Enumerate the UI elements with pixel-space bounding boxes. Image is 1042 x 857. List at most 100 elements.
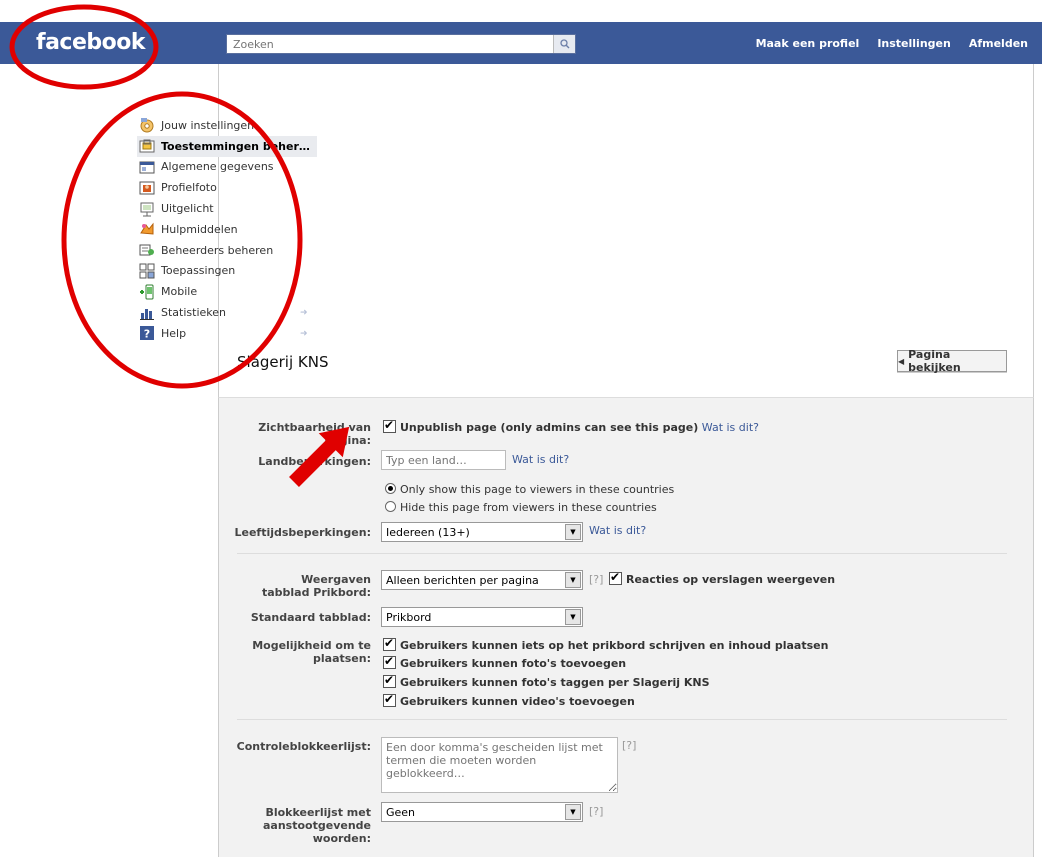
posting-checkbox[interactable]	[383, 673, 396, 688]
sidebar-item-mobile[interactable]: Mobile	[137, 281, 317, 302]
dropdown-arrow-icon: ▼	[565, 609, 581, 625]
default-tab-value: Prikbord	[386, 611, 432, 624]
divider	[237, 553, 1007, 554]
visibility-label: Zichtbaarheid van pagina:	[258, 421, 371, 447]
settings-icon	[140, 118, 154, 133]
posting-option-label: Gebruikers kunnen iets op het prikbord s…	[400, 639, 829, 652]
permissions-icon	[139, 139, 155, 153]
wall-view-help[interactable]: [?]	[589, 573, 603, 586]
sidebar-item-label: Toestemmingen beher…	[161, 139, 310, 153]
profanity-help[interactable]: [?]	[589, 805, 603, 818]
dropdown-arrow-icon: ▼	[565, 572, 581, 588]
sidebar-item-your-settings[interactable]: Jouw instellingen	[137, 115, 317, 136]
posting-label: Mogelijkheid om te plaatsen:	[252, 639, 371, 665]
page-title: Slagerij KNS	[237, 353, 329, 371]
sidebar: Jouw instellingen Toestemmingen beher… A…	[137, 115, 317, 344]
age-help-link[interactable]: Wat is dit?	[589, 524, 646, 537]
mobile-icon	[140, 284, 154, 300]
dropdown-arrow-icon: ▼	[565, 524, 581, 540]
country-label: Landbeperkingen:	[258, 455, 371, 468]
view-page-button[interactable]: ◀ Pagina bekijken	[897, 348, 1007, 374]
profanity-value: Geen	[386, 806, 416, 819]
sidebar-item-manage-admins[interactable]: Beheerders beheren	[137, 240, 317, 261]
country-show-option[interactable]: Only show this page to viewers in these …	[385, 483, 674, 496]
admins-icon	[139, 244, 154, 256]
age-select[interactable]: Iedereen (13+) ▼	[381, 522, 583, 542]
posting-option: Gebruikers kunnen foto's toevoegen	[383, 654, 627, 670]
search-button[interactable]	[553, 35, 575, 53]
search-icon	[559, 39, 569, 49]
sidebar-item-profile-photo[interactable]: Profielfoto	[137, 177, 317, 198]
country-hide-option[interactable]: Hide this page from viewers in these cou…	[385, 501, 657, 514]
sidebar-item-label: Statistieken	[161, 306, 226, 320]
moderation-label: Controleblokkeerlijst:	[236, 740, 371, 753]
wall-view-value: Alleen berichten per pagina	[386, 574, 539, 587]
facebook-logo[interactable]: facebook	[36, 30, 146, 55]
sidebar-item-label: Beheerders beheren	[161, 243, 274, 257]
show-comments-label: Reacties op verslagen weergeven	[626, 573, 836, 586]
tools-icon	[140, 222, 154, 235]
svg-text:?: ?	[144, 328, 150, 341]
view-page-label: Pagina bekijken	[908, 348, 961, 374]
unpublish-checkbox[interactable]	[383, 418, 396, 433]
posting-checkbox[interactable]	[383, 654, 396, 669]
profanity-select[interactable]: Geen ▼	[381, 802, 583, 822]
sidebar-item-help[interactable]: ? Help	[137, 323, 317, 344]
moderation-textarea[interactable]	[381, 737, 618, 793]
sidebar-item-label: Algemene gegevens	[161, 160, 274, 174]
apps-icon	[139, 263, 155, 279]
posting-option-label: Gebruikers kunnen video's toevoegen	[400, 695, 635, 708]
visibility-help-link[interactable]: Wat is dit?	[702, 421, 759, 434]
posting-checkbox[interactable]	[383, 692, 396, 707]
divider	[237, 719, 1007, 720]
featured-icon	[140, 202, 154, 217]
sidebar-item-label: Mobile	[161, 285, 198, 299]
default-tab-select[interactable]: Prikbord ▼	[381, 607, 583, 627]
stats-icon	[140, 308, 154, 320]
search-input[interactable]	[227, 35, 575, 53]
sidebar-item-tools[interactable]: Hulpmiddelen	[137, 219, 317, 240]
radio-hide[interactable]	[385, 501, 396, 512]
age-select-value: Iedereen (13+)	[386, 526, 470, 539]
posting-option-label: Gebruikers kunnen foto's toevoegen	[400, 657, 627, 670]
photo-icon	[139, 181, 155, 195]
sidebar-item-permissions[interactable]: Toestemmingen beher…	[137, 135, 317, 157]
search-box[interactable]	[226, 34, 576, 54]
show-comments-row: Reacties op verslagen weergeven	[609, 570, 836, 586]
settings-link[interactable]: Instellingen	[877, 37, 951, 50]
sidebar-item-featured[interactable]: Uitgelicht	[137, 198, 317, 219]
sidebar-item-label: Profielfoto	[161, 181, 217, 195]
info-icon	[139, 161, 155, 174]
wall-view-select[interactable]: Alleen berichten per pagina ▼	[381, 570, 583, 590]
country-input[interactable]	[381, 450, 506, 470]
profanity-label: Blokkeerlijst met aanstootgevende woorde…	[263, 806, 371, 845]
logout-link[interactable]: Afmelden	[969, 37, 1028, 50]
sidebar-item-applications[interactable]: Toepassingen	[137, 261, 317, 282]
posting-option: Gebruikers kunnen foto's taggen per Slag…	[383, 673, 710, 689]
age-label: Leeftijdsbeperkingen:	[234, 526, 371, 539]
country-show-label: Only show this page to viewers in these …	[400, 483, 675, 496]
wall-view-label: Weergaven tabblad Prikbord:	[261, 573, 371, 599]
caret-left-icon: ◀	[898, 356, 905, 366]
radio-show[interactable]	[385, 483, 396, 494]
help-icon: ?	[140, 326, 154, 341]
unpublish-row: Unpublish page (only admins can see this…	[383, 418, 759, 434]
show-comments-checkbox[interactable]	[609, 570, 622, 585]
sidebar-item-statistics[interactable]: Statistieken	[137, 302, 317, 323]
create-profile-link[interactable]: Maak een profiel	[756, 37, 860, 50]
sidebar-item-label: Hulpmiddelen	[161, 222, 238, 236]
posting-option-label: Gebruikers kunnen foto's taggen per Slag…	[400, 676, 710, 689]
arrow-right-icon: ➜	[300, 329, 308, 339]
unpublish-label: Unpublish page (only admins can see this…	[400, 421, 699, 434]
country-help-link[interactable]: Wat is dit?	[512, 453, 569, 466]
sidebar-item-label: Toepassingen	[161, 264, 236, 278]
sidebar-item-label: Jouw instellingen	[161, 118, 255, 132]
moderation-help[interactable]: [?]	[622, 739, 636, 752]
sidebar-item-general-info[interactable]: Algemene gegevens	[137, 157, 317, 178]
default-tab-label: Standaard tabblad:	[250, 611, 371, 624]
sidebar-item-label: Help	[161, 326, 187, 340]
top-links: Maak een profiel Instellingen Afmelden	[756, 37, 1028, 50]
arrow-right-icon: ➜	[300, 308, 308, 318]
posting-option: Gebruikers kunnen iets op het prikbord s…	[383, 636, 829, 652]
posting-checkbox[interactable]	[383, 636, 396, 651]
